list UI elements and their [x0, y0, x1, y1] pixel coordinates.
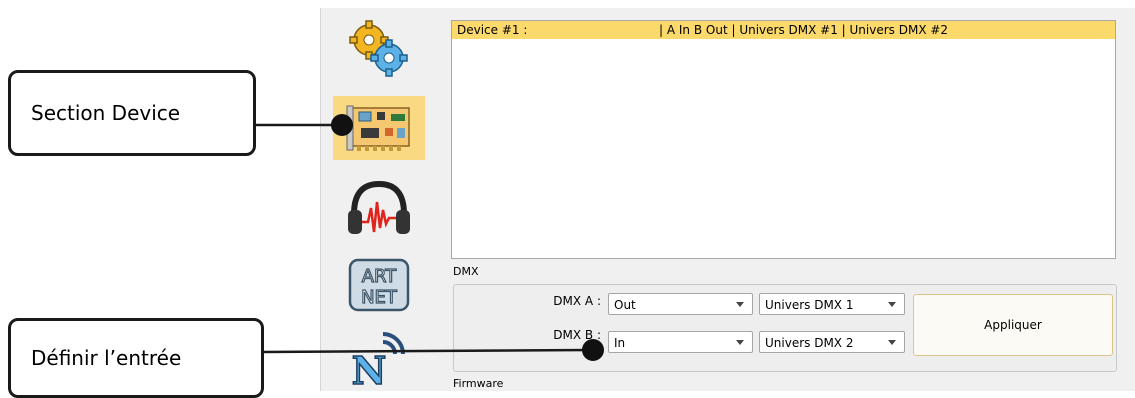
connector-dot-input — [582, 339, 604, 361]
callout-section-device: Section Device — [8, 70, 256, 156]
callout-define-input: Définir l’entrée — [8, 318, 264, 398]
connector-line-input — [262, 348, 591, 354]
connector-dot-device — [331, 114, 353, 136]
callout-section-device-text: Section Device — [31, 101, 181, 125]
callout-define-input-text: Définir l’entrée — [31, 346, 182, 370]
